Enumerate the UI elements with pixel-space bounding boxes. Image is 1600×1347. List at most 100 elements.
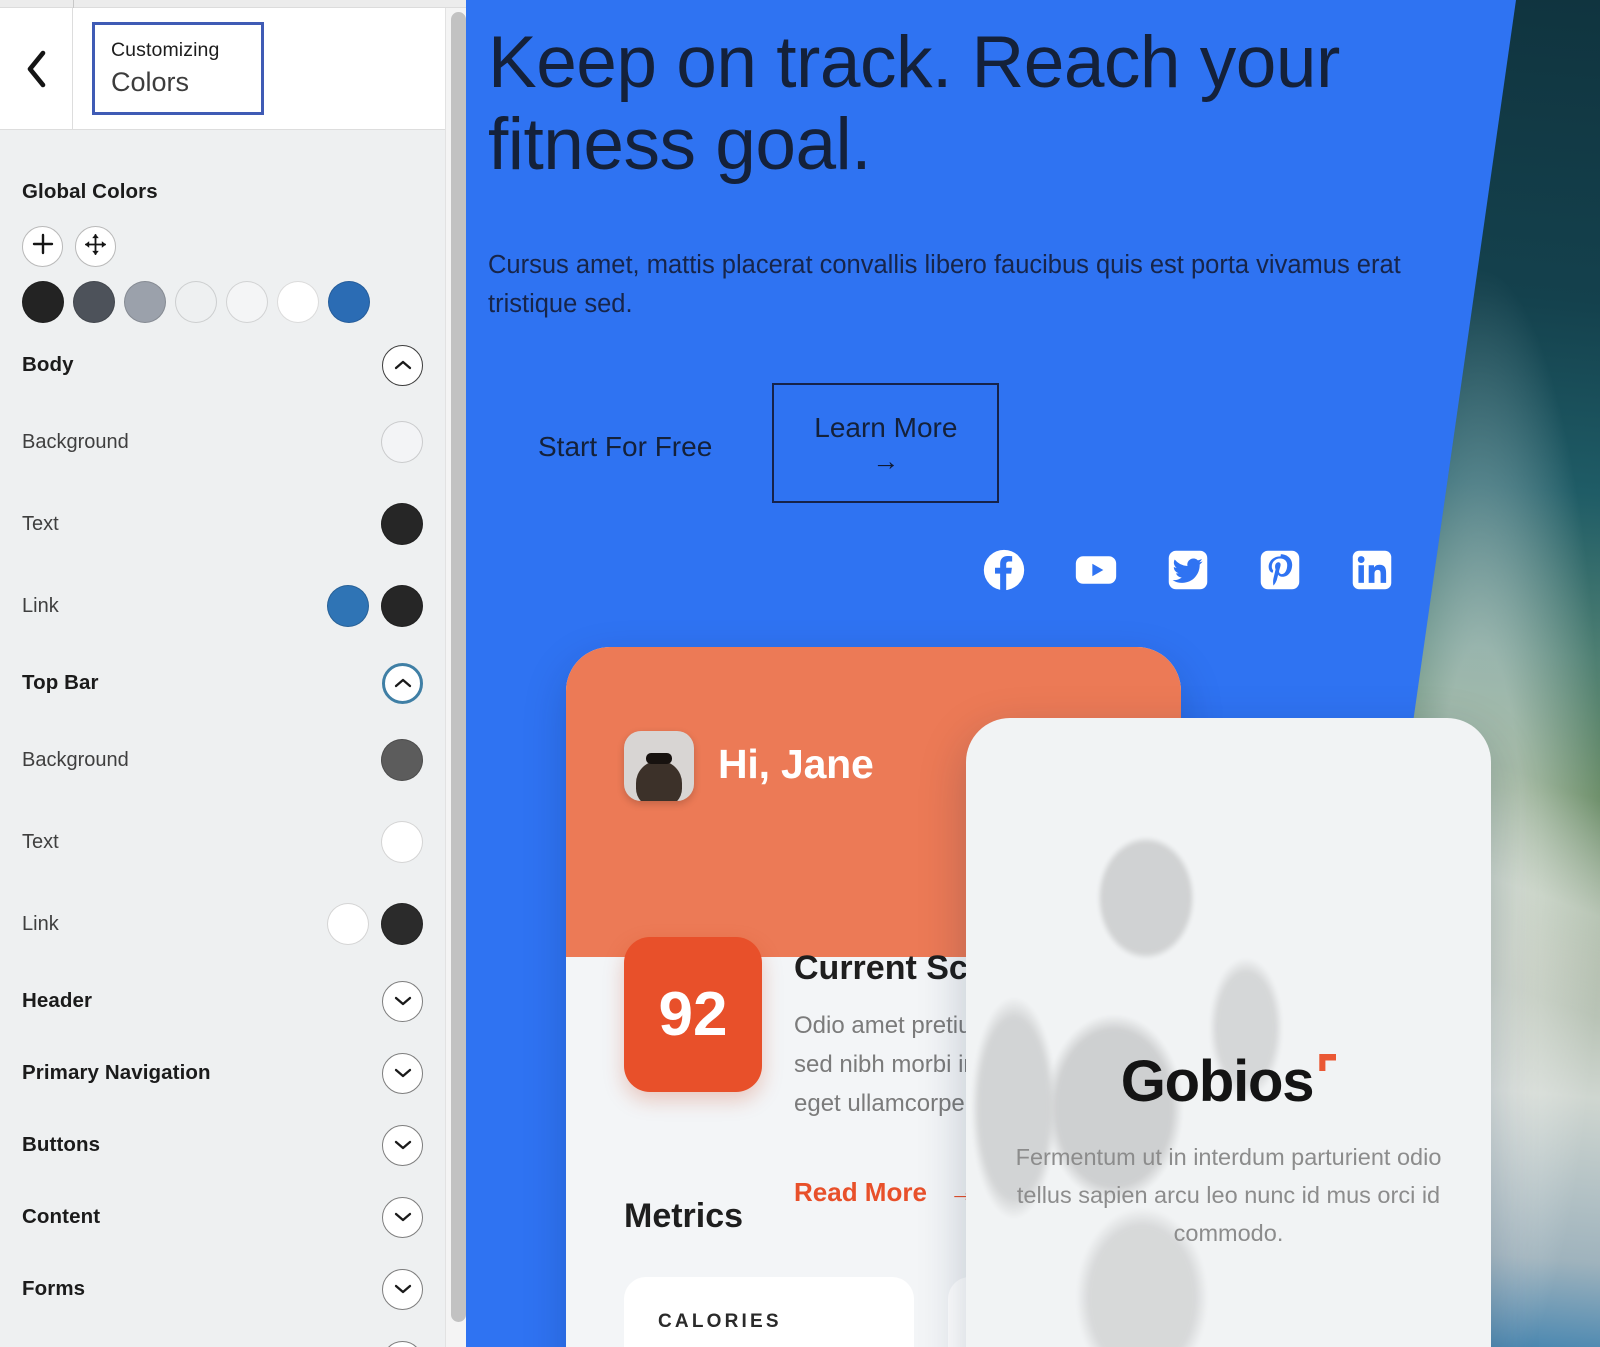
global-swatch[interactable] — [226, 281, 268, 323]
read-more-link[interactable]: Read More → — [794, 1177, 975, 1208]
metric-caption: CALORIES — [658, 1311, 782, 1332]
option-swatches — [381, 421, 423, 463]
greeting-text: Hi, Jane — [718, 741, 874, 787]
metrics-title: Metrics — [624, 1197, 744, 1235]
global-swatch[interactable] — [124, 281, 166, 323]
chevron-down-icon[interactable] — [382, 1340, 423, 1347]
color-swatch[interactable] — [381, 421, 423, 463]
read-more-label: Read More — [794, 1177, 927, 1207]
chevron-down-icon[interactable] — [382, 1268, 423, 1310]
group-content[interactable]: Content — [22, 1181, 423, 1253]
option-label: Link — [22, 594, 59, 617]
global-swatch[interactable] — [328, 281, 370, 323]
pinterest-icon[interactable] — [1258, 548, 1302, 592]
chevron-up-icon[interactable] — [382, 344, 423, 386]
brand-description: Fermentum ut in interdum parturient odio… — [1015, 1144, 1442, 1247]
global-colors-actions — [22, 226, 423, 267]
group-label: Top Bar — [22, 671, 99, 694]
option-label: Background — [22, 748, 129, 771]
brand-mark-icon — [1319, 1054, 1336, 1071]
option-label: Text — [22, 512, 59, 535]
option-topbar-background[interactable]: Background — [22, 719, 423, 801]
color-swatch[interactable] — [381, 821, 423, 863]
arrow-right-icon: → — [872, 446, 900, 477]
add-color-button[interactable] — [22, 226, 63, 267]
reorder-colors-button[interactable] — [75, 226, 116, 267]
hero-section: Keep on track. Reach your fitness goal. … — [488, 22, 1488, 325]
color-swatch[interactable] — [381, 903, 423, 945]
option-label: Background — [22, 430, 129, 453]
linkedin-icon[interactable] — [1350, 548, 1394, 592]
group-buttons[interactable]: Buttons — [22, 1109, 423, 1181]
start-for-free-button[interactable]: Start For Free — [488, 383, 772, 463]
option-swatches — [381, 821, 423, 863]
option-swatches — [327, 585, 423, 627]
chevron-down-icon[interactable] — [382, 1124, 423, 1166]
global-swatch[interactable] — [22, 281, 64, 323]
app-card-brand: Gobios Fermentum ut in interdum parturie… — [966, 718, 1491, 1347]
move-arrows-icon — [84, 233, 107, 261]
customizer-header: Customizing Colors — [0, 8, 445, 130]
chevron-left-icon — [23, 49, 49, 89]
global-color-swatches — [22, 281, 423, 323]
group-forms[interactable]: Forms — [22, 1253, 423, 1325]
window-top-strip — [0, 0, 470, 8]
panel-title-box[interactable]: Customizing Colors — [92, 22, 264, 115]
group-label: Header — [22, 989, 93, 1012]
group-label: Body — [22, 353, 74, 376]
group-label: Buttons — [22, 1133, 101, 1156]
chevron-down-icon[interactable] — [382, 1196, 423, 1238]
option-body-background[interactable]: Background — [22, 401, 423, 483]
option-swatches — [327, 903, 423, 945]
site-preview: Keep on track. Reach your fitness goal. … — [466, 0, 1600, 1347]
youtube-icon[interactable] — [1074, 548, 1118, 592]
score-badge: 92 — [624, 937, 762, 1092]
twitter-icon[interactable] — [1166, 548, 1210, 592]
facebook-icon[interactable] — [982, 548, 1026, 592]
group-label: Forms — [22, 1277, 86, 1300]
group-top-bar[interactable]: Top Bar — [22, 647, 423, 719]
customizer-body: Global Colors Body Background Text Link … — [0, 130, 445, 1347]
color-swatch[interactable] — [381, 585, 423, 627]
avatar — [624, 731, 694, 801]
group-primary-navigation[interactable]: Primary Navigation — [22, 1037, 423, 1109]
option-swatches — [381, 739, 423, 781]
option-topbar-text[interactable]: Text — [22, 801, 423, 883]
scrollbar-thumb[interactable] — [451, 12, 466, 1322]
color-swatch[interactable] — [327, 903, 369, 945]
color-swatch[interactable] — [381, 503, 423, 545]
back-button[interactable] — [0, 8, 73, 129]
customizer-panel: Customizing Colors Global Colors Body Ba… — [0, 8, 445, 1347]
color-swatch[interactable] — [327, 585, 369, 627]
option-body-text[interactable]: Text — [22, 483, 423, 565]
social-links — [982, 548, 1394, 592]
chevron-down-icon[interactable] — [382, 1052, 423, 1094]
group-label: Content — [22, 1205, 101, 1228]
top-strip-divider — [73, 0, 74, 8]
group-body[interactable]: Body — [22, 329, 423, 401]
hero-paragraph: Cursus amet, mattis placerat convallis l… — [488, 250, 1401, 319]
cta-group: Start For Free Learn More → — [488, 383, 1000, 504]
option-swatches — [381, 503, 423, 545]
chevron-up-icon[interactable] — [382, 662, 423, 704]
chevron-down-icon[interactable] — [382, 980, 423, 1022]
global-swatch[interactable] — [175, 281, 217, 323]
group-sidebar-widgets[interactable]: Sidebar Widgets — [22, 1325, 423, 1347]
option-label: Link — [22, 912, 59, 935]
customizer-screen: Customizing Colors Global Colors Body Ba… — [0, 0, 1600, 1347]
group-header[interactable]: Header — [22, 965, 423, 1037]
group-label: Primary Navigation — [22, 1061, 211, 1084]
metric-card[interactable]: CALORIES — [624, 1277, 914, 1347]
global-swatch[interactable] — [73, 281, 115, 323]
global-colors-title: Global Colors — [22, 180, 158, 203]
breadcrumb: Customizing — [111, 39, 220, 61]
option-body-link[interactable]: Link — [22, 565, 423, 647]
option-label: Text — [22, 830, 59, 853]
option-topbar-link[interactable]: Link — [22, 883, 423, 965]
plus-icon — [32, 233, 54, 260]
learn-more-label: Learn More — [814, 412, 958, 443]
global-swatch[interactable] — [277, 281, 319, 323]
learn-more-button[interactable]: Learn More → — [772, 383, 1000, 504]
color-swatch[interactable] — [381, 739, 423, 781]
hero-heading: Keep on track. Reach your fitness goal. — [488, 22, 1340, 185]
